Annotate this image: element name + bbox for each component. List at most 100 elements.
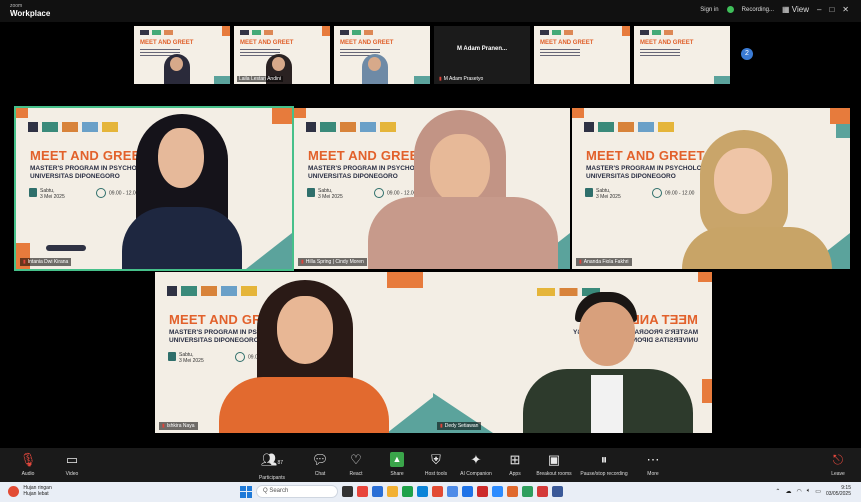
participant-name: ▮ Dedy Setiawan bbox=[437, 422, 482, 430]
app-icon[interactable] bbox=[342, 486, 353, 497]
participant-tile[interactable]: MEET AND GREET MASTER'S PROGRAM IN PSYCH… bbox=[155, 272, 433, 433]
slide-date-2: 3 Mei 2025 bbox=[318, 194, 343, 200]
grid-view-icon[interactable]: ▦ View bbox=[782, 5, 809, 14]
gallery-thumb[interactable]: MEET AND GREET bbox=[134, 26, 230, 84]
close-icon[interactable]: ✕ bbox=[842, 5, 849, 14]
taskbar-search[interactable]: Q Search bbox=[256, 485, 338, 498]
app-brand: zoom Workplace bbox=[10, 3, 51, 18]
title-bar: zoom Workplace Sign in Recording... ▦ Vi… bbox=[0, 0, 861, 22]
cloud-icon[interactable]: ☁ bbox=[785, 488, 791, 495]
participant-display-name: M Adam Pranen... bbox=[456, 46, 508, 52]
gallery-thumb[interactable]: M Adam Pranen... ▮ M Adam Prasetyo bbox=[434, 26, 530, 84]
gallery-thumb[interactable]: MEET AND GREET bbox=[634, 26, 730, 84]
app-icon[interactable] bbox=[477, 486, 488, 497]
mic-muted-icon: ▮ bbox=[301, 259, 304, 265]
folder-icon[interactable] bbox=[387, 486, 398, 497]
app-icon[interactable] bbox=[357, 486, 368, 497]
slide-mini-title: MEET AND GREET bbox=[640, 40, 694, 46]
slide-logos bbox=[240, 30, 300, 35]
participant-name: ▮ Ananda Fiola Fakhri bbox=[576, 258, 632, 266]
face bbox=[579, 302, 635, 366]
app-icon[interactable] bbox=[372, 486, 383, 497]
slide-mini-title: MEET AND GREET bbox=[140, 40, 194, 46]
minimize-icon[interactable]: – bbox=[817, 5, 821, 14]
participant-tile[interactable]: MEET AND GREET MASTER'S PROGRAM IN PSYCH… bbox=[294, 108, 570, 269]
participant-video bbox=[358, 108, 558, 269]
gallery-page-button[interactable]: 2 bbox=[741, 48, 753, 60]
system-tray: ⌃ ☁ ◠ 🔈︎ ▭ 9:15 03/05/2025 bbox=[775, 485, 851, 497]
slide-accent bbox=[222, 26, 230, 36]
app-icon[interactable] bbox=[447, 486, 458, 497]
slide-subtitle-2: UNIVERSITAS DIPONEGORO bbox=[30, 173, 120, 180]
mic-muted-icon: 🎙︎ bbox=[19, 452, 37, 467]
face bbox=[158, 128, 204, 188]
participants-button[interactable]: 👥︎87 Participants bbox=[247, 452, 297, 481]
slide-accent bbox=[214, 76, 230, 84]
volume-icon[interactable]: 🔈︎ bbox=[807, 488, 811, 495]
torso bbox=[219, 377, 389, 433]
slide-mini-title: MEET AND GREET bbox=[540, 40, 594, 46]
weather-widget[interactable]: Hujan ringan Hujan lebat bbox=[8, 485, 52, 497]
gallery-thumb[interactable]: MEET AND GREET bbox=[334, 26, 430, 84]
maximize-icon[interactable]: □ bbox=[829, 5, 834, 14]
app-icon[interactable] bbox=[552, 486, 563, 497]
participant-name-text: Ishkira Naya bbox=[166, 423, 195, 429]
app-icon[interactable] bbox=[522, 486, 533, 497]
mic-muted-icon: ▮ bbox=[23, 259, 26, 265]
brand-name: Workplace bbox=[10, 9, 51, 18]
slide-mini: MEET AND GREET bbox=[634, 26, 730, 84]
slide-date: Sabtu, 3 Mei 2025 bbox=[168, 352, 204, 364]
slide-date-2: 3 Mei 2025 bbox=[179, 358, 204, 364]
participant-name: ▮ Intania Dwi Kirana bbox=[20, 258, 72, 266]
app-icon[interactable] bbox=[537, 486, 548, 497]
slide-accent bbox=[46, 245, 86, 251]
clock-date: 03/05/2025 bbox=[825, 491, 851, 497]
app-icon[interactable] bbox=[462, 486, 473, 497]
slide-mini-text bbox=[640, 49, 680, 57]
slide-date: Sabtu, 3 Mei 2025 bbox=[307, 188, 343, 200]
participant-name: ▮ Hilla Spring | Cindy Moren bbox=[298, 258, 367, 266]
ai-companion-label: AI Companion bbox=[460, 471, 492, 477]
breakout-rooms-button[interactable]: ▣ Breakout rooms bbox=[529, 452, 579, 477]
weather-text: Hujan ringan Hujan lebat bbox=[23, 485, 51, 497]
apps-icon: ⊞ bbox=[509, 452, 521, 467]
window-controls: Sign in Recording... ▦ View – □ ✕ bbox=[700, 5, 849, 14]
weather-icon bbox=[8, 485, 19, 497]
participant-tile[interactable]: MEET AND GREET MASTER'S PROGRAM IN PSYCH… bbox=[572, 108, 850, 269]
video-button[interactable]: ▭ Video bbox=[47, 452, 97, 477]
leave-button[interactable]: ⎋ Leave bbox=[813, 452, 861, 477]
gallery-thumb[interactable]: MEET AND GREET Laila Lestari Andini bbox=[234, 26, 330, 84]
participant-video bbox=[219, 272, 389, 433]
app-icon[interactable] bbox=[417, 486, 428, 497]
recording-status[interactable]: Recording... bbox=[742, 7, 774, 13]
torso bbox=[368, 197, 558, 269]
mic-muted-icon: ▮ bbox=[439, 76, 442, 82]
app-icon[interactable] bbox=[507, 486, 518, 497]
signin-link[interactable]: Sign in bbox=[700, 7, 718, 13]
face bbox=[277, 296, 333, 364]
pause-record-icon: ⏸︎ bbox=[600, 452, 608, 467]
participant-video bbox=[523, 272, 693, 433]
participant-video bbox=[682, 108, 850, 269]
heart-icon: ♡ bbox=[350, 452, 362, 467]
participant-tile[interactable]: MEET AND GREET MASTER'S PROGRAM IN PSYCH… bbox=[14, 106, 294, 271]
mic-muted-icon: ▮ bbox=[162, 423, 165, 429]
apps-label: Apps bbox=[509, 471, 521, 477]
app-icon[interactable] bbox=[402, 486, 413, 497]
participant-tile[interactable]: MEET AND GREET MASTER'S PROGRAM IN PSYCH… bbox=[433, 272, 712, 433]
wifi-icon[interactable]: ◠ bbox=[796, 488, 801, 495]
battery-icon[interactable]: ▭ bbox=[815, 488, 821, 495]
more-button[interactable]: ⋯ More bbox=[628, 452, 678, 477]
audio-button[interactable]: 🎙︎ Audio bbox=[3, 452, 53, 477]
meeting-toolbar: 🎙︎ Audio ▭ Video 👥︎87 Participants 💬︎ Ch… bbox=[0, 448, 861, 482]
chevron-up-icon[interactable]: ⌃ bbox=[775, 488, 780, 495]
sparkle-icon: ✦ bbox=[470, 452, 482, 467]
zoom-app-icon[interactable] bbox=[492, 486, 503, 497]
slide-accent bbox=[387, 272, 423, 288]
app-icon[interactable] bbox=[432, 486, 443, 497]
windows-start-icon[interactable] bbox=[240, 485, 252, 498]
gallery-thumb[interactable]: MEET AND GREET bbox=[534, 26, 630, 84]
record-button[interactable]: ⏸︎ Pause/stop recording bbox=[579, 452, 629, 477]
slide-accent bbox=[702, 379, 712, 403]
clock[interactable]: 9:15 03/05/2025 bbox=[826, 485, 851, 497]
